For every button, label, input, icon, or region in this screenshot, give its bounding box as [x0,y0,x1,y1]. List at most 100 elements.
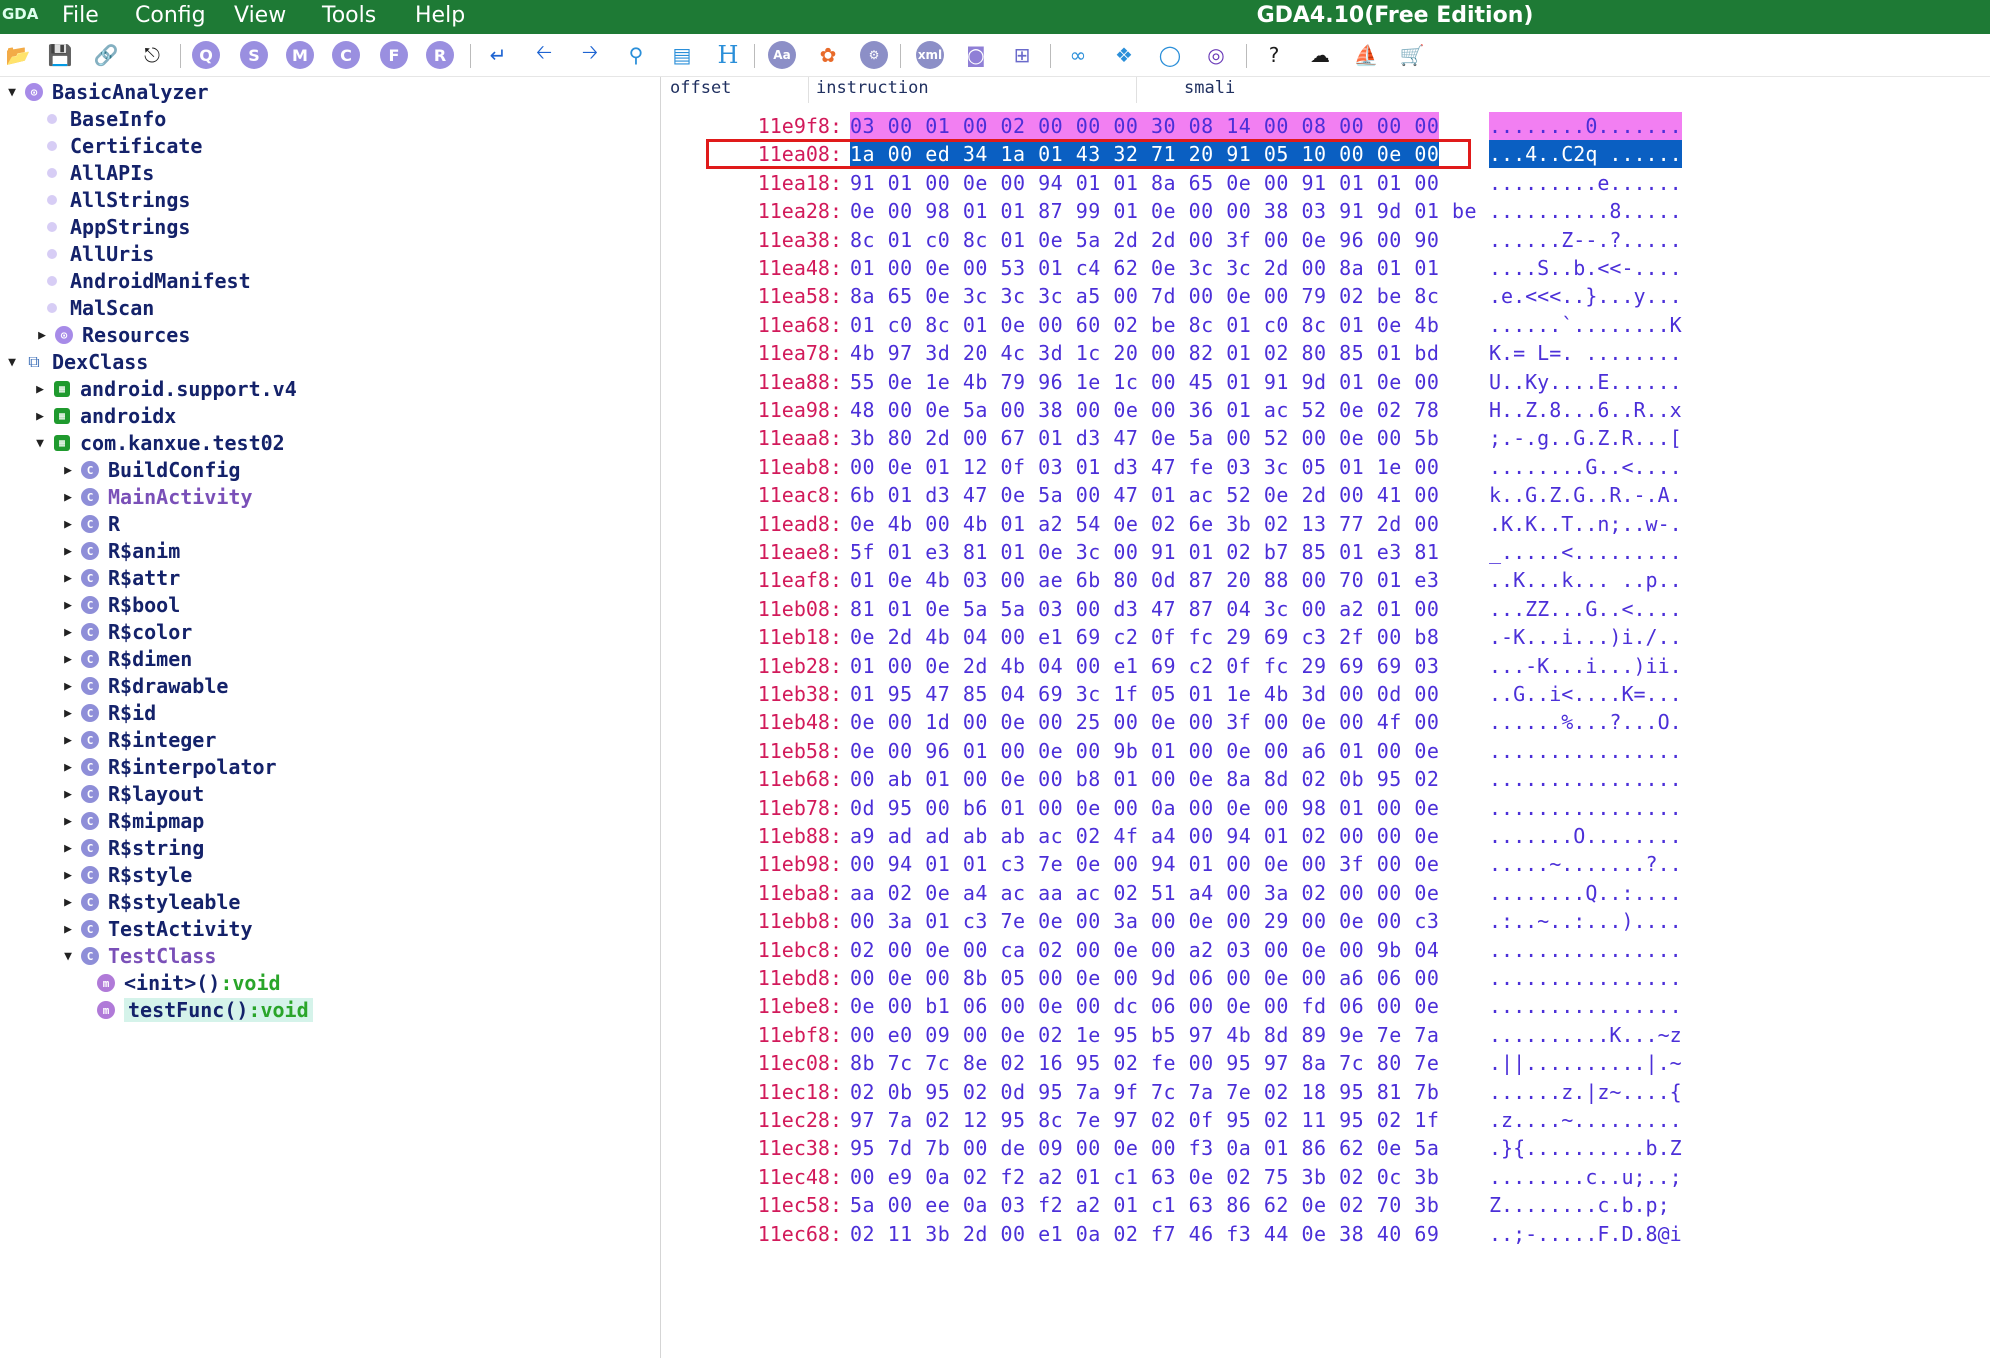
graph-icon[interactable]: ❖ [1108,39,1140,71]
open-folder-icon[interactable]: 📂 [2,39,34,71]
expand-right-icon[interactable]: ▶ [32,409,48,424]
search-query-icon[interactable]: Q [190,39,222,71]
hex-bytes[interactable]: 03 00 01 00 02 00 00 00 30 08 14 00 08 0… [850,112,1440,140]
hex-bytes[interactable]: 01 0e 4b 03 00 ae 6b 80 0d 87 20 88 00 7… [850,566,1439,594]
hex-row[interactable]: 11ea38: 8c 01 c0 8c 01 0e 5a 2d 2d 00 3f … [662,226,1990,254]
hex-ascii[interactable]: ......%...?...O. [1489,708,1682,736]
expand-right-icon[interactable]: ▶ [34,328,50,343]
hex-ascii[interactable]: .||..........|.~ [1489,1049,1682,1077]
hex-row[interactable]: 11eaa8: 3b 80 2d 00 67 01 d3 47 0e 5a 00 … [662,424,1990,452]
hex-bytes[interactable]: 0e 2d 4b 04 00 e1 69 c2 0f fc 29 69 c3 2… [850,623,1439,651]
hex-ascii[interactable]: ........Q..:.... [1489,879,1682,907]
hex-row[interactable]: 11ea18: 91 01 00 0e 00 94 01 01 8a 65 0e … [662,169,1990,197]
hex-row[interactable]: 11ec48: 00 e9 0a 02 f2 a2 01 c1 63 0e 02 … [662,1163,1990,1191]
hex-bytes[interactable]: 00 0e 00 8b 05 00 0e 00 9d 06 00 0e 00 a… [850,964,1439,992]
font-icon[interactable]: Aa [766,39,798,71]
hex-bytes[interactable]: 00 94 01 01 c3 7e 0e 00 94 01 00 0e 00 3… [850,850,1439,878]
hex-ascii[interactable]: ......`........K [1489,311,1682,339]
hex-bytes[interactable]: aa 02 0e a4 ac aa ac 02 51 a4 00 3a 02 0… [850,879,1439,907]
hex-bytes[interactable]: 5a 00 ee 0a 03 f2 a2 01 c1 63 86 62 0e 0… [850,1191,1439,1219]
expand-right-icon[interactable]: ▶ [60,571,76,586]
hex-ascii[interactable]: ..G..i<....K=... [1489,680,1682,708]
hex-bytes[interactable]: 0e 4b 00 4b 01 a2 54 0e 02 6e 3b 02 13 7… [850,510,1439,538]
expand-right-icon[interactable]: ▶ [60,679,76,694]
hex-ascii[interactable]: .....~.......?.. [1489,850,1682,878]
hex-bytes[interactable]: 4b 97 3d 20 4c 3d 1c 20 00 82 01 02 80 8… [850,339,1439,367]
forward-arrow-icon[interactable]: 🡢 [574,39,606,71]
hex-bytes[interactable]: 8b 7c 7c 8e 02 16 95 02 fe 00 95 97 8a 7… [850,1049,1439,1077]
tree-node[interactable]: AllAPIs [34,160,154,186]
xml-icon[interactable]: xml [914,39,946,71]
hex-row[interactable]: 11ebd8: 00 0e 00 8b 05 00 0e 00 9d 06 00 … [662,964,1990,992]
tree-node[interactable]: ▼ ⊙ BasicAnalyzer [4,79,208,105]
hex-ascii[interactable]: ..;-.....F.D.8@i [1489,1220,1682,1248]
hex-ascii[interactable]: K.= L=. ........ [1489,339,1682,367]
hex-bytes[interactable]: 48 00 0e 5a 00 38 00 0e 00 36 01 ac 52 0… [850,396,1439,424]
hex-bytes[interactable]: 02 00 0e 00 ca 02 00 0e 00 a2 03 00 0e 0… [850,936,1439,964]
hex-row[interactable]: 11eb18: 0e 2d 4b 04 00 e1 69 c2 0f fc 29 … [662,623,1990,651]
tree-node[interactable]: ▶ C MainActivity [60,484,252,510]
hex-ascii[interactable]: ........G..<.... [1489,453,1682,481]
expand-right-icon[interactable]: ▶ [60,760,76,775]
tree-node[interactable]: Certificate [34,133,202,159]
hex-bytes[interactable]: 00 0e 01 12 0f 03 01 d3 47 fe 03 3c 05 0… [850,453,1439,481]
cart-icon[interactable]: 🛒 [1396,39,1428,71]
tree-node[interactable]: ▶ C R$string [60,835,204,861]
tree-node[interactable]: ▶ C R$integer [60,727,216,753]
hex-ascii[interactable]: ................ [1489,794,1682,822]
hex-row[interactable]: 11ea58: 8a 65 0e 3c 3c 3c a5 00 7d 00 0e … [662,282,1990,310]
hex-ascii[interactable]: ..........8..... [1489,197,1682,225]
fingerprint-icon[interactable]: ◎ [1200,39,1232,71]
tree-node[interactable]: ▶ ▦ androidx [32,403,176,429]
hex-ascii[interactable]: ..........K...~z [1489,1021,1682,1049]
tree-node[interactable]: ▼ ▦ com.kanxue.test02 [32,430,285,456]
hex-row[interactable]: 11eb08: 81 01 0e 5a 5a 03 00 d3 47 87 04 … [662,595,1990,623]
tree-node[interactable]: AndroidManifest [34,268,251,294]
hex-row[interactable]: 11ebc8: 02 00 0e 00 ca 02 00 0e 00 a2 03 … [662,936,1990,964]
settings-icon[interactable]: ⚙ [858,39,890,71]
expand-down-icon[interactable]: ▼ [60,949,76,964]
column-header-instruction[interactable]: instruction [812,77,1137,103]
hex-ascii[interactable]: .K.K..T..n;..w-. [1489,510,1682,538]
expand-right-icon[interactable]: ▶ [60,517,76,532]
hex-bytes[interactable]: 0e 00 98 01 01 87 99 01 0e 00 00 38 03 9… [850,197,1477,225]
expand-right-icon[interactable]: ▶ [60,598,76,613]
menu-view[interactable]: View [234,2,286,30]
tree-node[interactable]: ▶ C R$dimen [60,646,192,672]
tree-node[interactable]: ▶ C R$bool [60,592,180,618]
hex-ascii[interactable]: .}{..........b.Z [1489,1134,1682,1162]
expand-right-icon[interactable]: ▶ [60,922,76,937]
hex-row[interactable]: 11eb38: 01 95 47 85 04 69 3c 1f 05 01 1e … [662,680,1990,708]
hex-row[interactable]: 11eb98: 00 94 01 01 c3 7e 0e 00 94 01 00 … [662,850,1990,878]
hex-row[interactable]: 11ec58: 5a 00 ee 0a 03 f2 a2 01 c1 63 86 … [662,1191,1990,1219]
menu-help[interactable]: Help [415,2,465,30]
hex-bytes[interactable]: 3b 80 2d 00 67 01 d3 47 0e 5a 00 52 00 0… [850,424,1439,452]
hex-ascii[interactable]: .:..~..:...).... [1489,907,1682,935]
hex-row[interactable]: 11eb28: 01 00 0e 2d 4b 04 00 e1 69 c2 0f … [662,652,1990,680]
hex-ascii[interactable]: ...4..C2q ...... [1489,140,1682,169]
tree-node[interactable]: MalScan [34,295,154,321]
tree-node[interactable]: ▶ C TestActivity [60,916,252,942]
hex-bytes[interactable]: 00 e0 09 00 0e 02 1e 95 b5 97 4b 8d 89 9… [850,1021,1439,1049]
hex-row[interactable]: 11ec18: 02 0b 95 02 0d 95 7a 9f 7c 7a 7e … [662,1078,1990,1106]
hex-bytes[interactable]: 01 95 47 85 04 69 3c 1f 05 01 1e 4b 3d 0… [850,680,1439,708]
expand-right-icon[interactable]: ▶ [60,895,76,910]
expand-right-icon[interactable]: ▶ [60,463,76,478]
hex-ascii[interactable]: ..K...k... ..p.. [1489,566,1682,594]
expand-right-icon[interactable]: ▶ [60,868,76,883]
tree-node[interactable]: AllStrings [34,187,190,213]
menu-config[interactable]: Config [135,2,206,30]
tree-node[interactable]: ▶ C R$mipmap [60,808,204,834]
hex-row[interactable]: 11ebe8: 0e 00 b1 06 00 0e 00 dc 06 00 0e … [662,992,1990,1020]
tree-node[interactable]: ▼ C TestClass [60,943,216,969]
hex-ascii[interactable]: ....S..b.<<-.... [1489,254,1682,282]
hex-ascii[interactable]: .........e...... [1489,169,1682,197]
tree-node[interactable]: ▶ C R$id [60,700,156,726]
hex-row[interactable]: 11ec28: 97 7a 02 12 95 8c 7e 97 02 0f 95 … [662,1106,1990,1134]
hex-ascii[interactable]: H..Z.8...6..R..x [1489,396,1682,424]
expand-right-icon[interactable]: ▶ [60,787,76,802]
search-resource-icon[interactable]: R [424,39,456,71]
expand-right-icon[interactable]: ▶ [60,490,76,505]
hex-bytes[interactable]: 6b 01 d3 47 0e 5a 00 47 01 ac 52 0e 2d 0… [850,481,1439,509]
hex-row[interactable]: 11ea88: 55 0e 1e 4b 79 96 1e 1c 00 45 01 … [662,368,1990,396]
